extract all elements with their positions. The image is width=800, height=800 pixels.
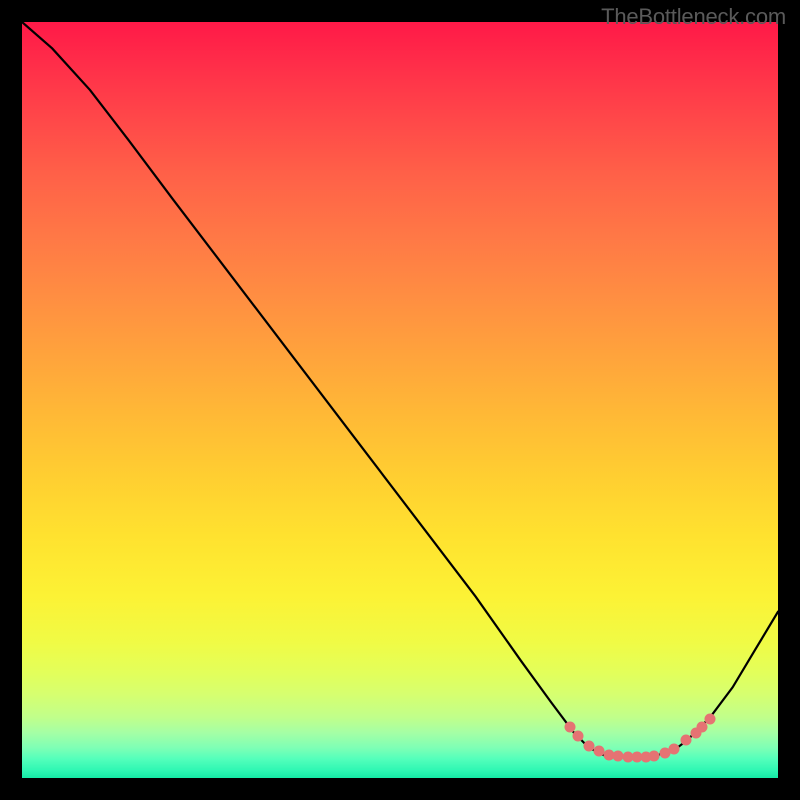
plot-area [22,22,778,778]
highlight-dots-layer [22,22,778,778]
highlight-dot [680,735,691,746]
highlight-dot [668,743,679,754]
highlight-dot [649,751,660,762]
highlight-dot [704,714,715,725]
highlight-dot [572,730,583,741]
watermark-text: TheBottleneck.com [601,4,786,30]
highlight-dot [612,751,623,762]
